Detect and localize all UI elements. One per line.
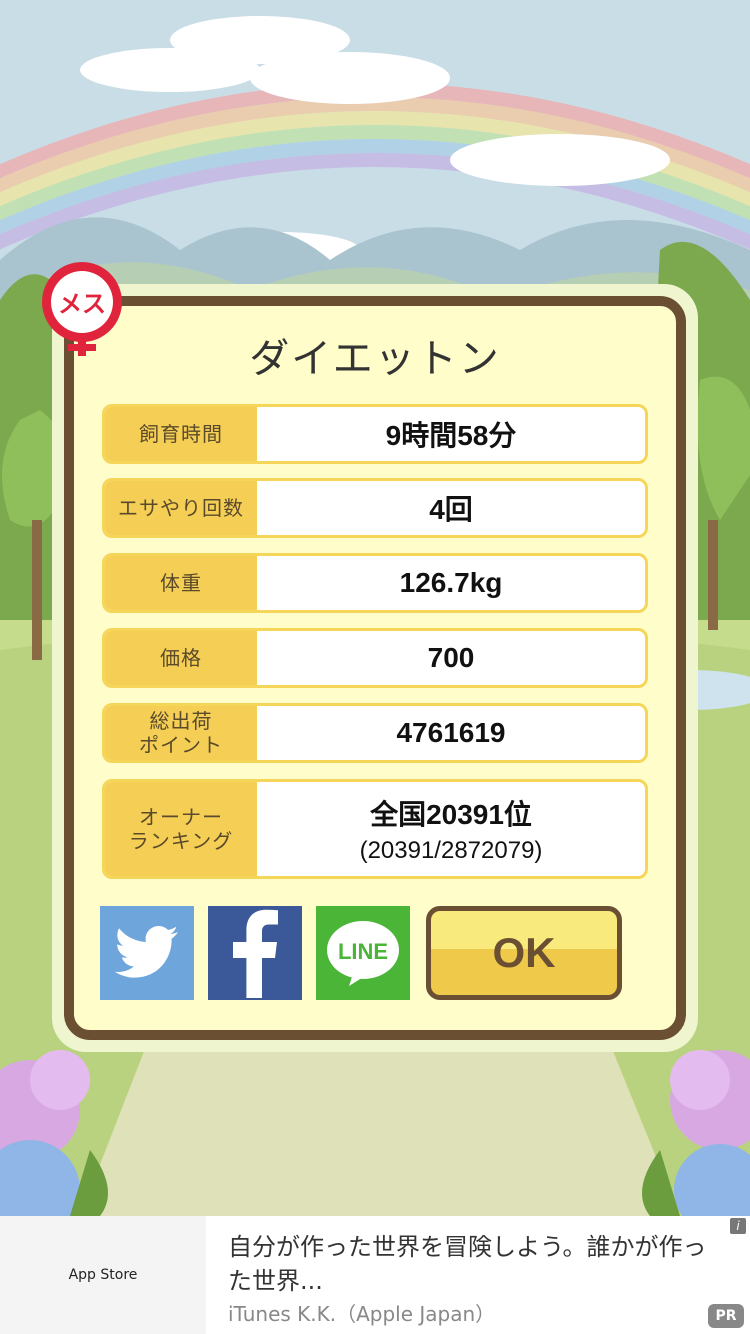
ad-text: 自分が作った世界を冒険しよう。誰かが作った世界... <box>228 1233 707 1295</box>
female-badge-label: メス <box>58 290 106 318</box>
facebook-share-button[interactable] <box>208 906 302 1000</box>
row-weight: 体重 126.7kg <box>102 553 648 613</box>
pig-result-dialog: ダイエットン 飼育時間 9時間58分 エサやり回数 4回 体重 126.7kg … <box>64 296 686 1040</box>
row-label-line2: ランキング <box>128 829 234 853</box>
ranking-main: 全国20391位 <box>370 799 532 830</box>
ad-advertiser: iTunes K.K.（Apple Japan） <box>228 1302 496 1326</box>
line-label: LINE <box>338 939 388 964</box>
row-price: 価格 700 <box>102 628 648 688</box>
row-raising-time: 飼育時間 9時間58分 <box>102 404 648 464</box>
ad-pr-badge: PR <box>708 1304 744 1328</box>
row-value: 4回 <box>429 494 473 525</box>
row-value: 全国20391位 (20391/2872079) <box>257 782 645 876</box>
ad-banner[interactable]: App Store 自分が作った世界を冒険しよう。誰かが作った世界... iTu… <box>0 1216 750 1334</box>
row-feed-count: エサやり回数 4回 <box>102 478 648 538</box>
row-label-line1: オーナー <box>139 805 223 829</box>
pig-name-title: ダイエットン <box>249 336 501 382</box>
app-store-label: App Store <box>0 1216 206 1334</box>
row-label: 飼育時間 <box>105 407 257 461</box>
row-shipping-points: 総出荷 ポイント 4761619 <box>102 703 648 763</box>
row-value: 9時間58分 <box>385 420 517 451</box>
ok-button[interactable]: OK <box>426 906 622 1000</box>
line-icon: LINE <box>327 921 399 986</box>
female-badge-icon: メス <box>42 262 122 356</box>
twitter-icon <box>114 926 178 978</box>
row-value: 126.7kg <box>399 567 503 598</box>
row-owner-ranking: オーナー ランキング 全国20391位 (20391/2872079) <box>102 779 648 879</box>
line-share-button[interactable]: LINE <box>316 906 410 1000</box>
row-label: 総出荷 ポイント <box>105 706 257 760</box>
ranking-detail: (20391/2872079) <box>359 837 543 864</box>
twitter-share-button[interactable] <box>100 906 194 1000</box>
row-label-line1: 総出荷 <box>149 709 213 733</box>
row-label: 価格 <box>105 631 257 685</box>
row-label: オーナー ランキング <box>105 782 257 876</box>
row-value: 4761619 <box>396 717 506 748</box>
row-value: 700 <box>427 642 475 673</box>
row-label: エサやり回数 <box>105 481 257 535</box>
ad-info-icon[interactable]: i <box>730 1218 746 1234</box>
row-label-line2: ポイント <box>139 733 223 757</box>
facebook-icon <box>233 909 278 998</box>
row-label: 体重 <box>105 556 257 610</box>
